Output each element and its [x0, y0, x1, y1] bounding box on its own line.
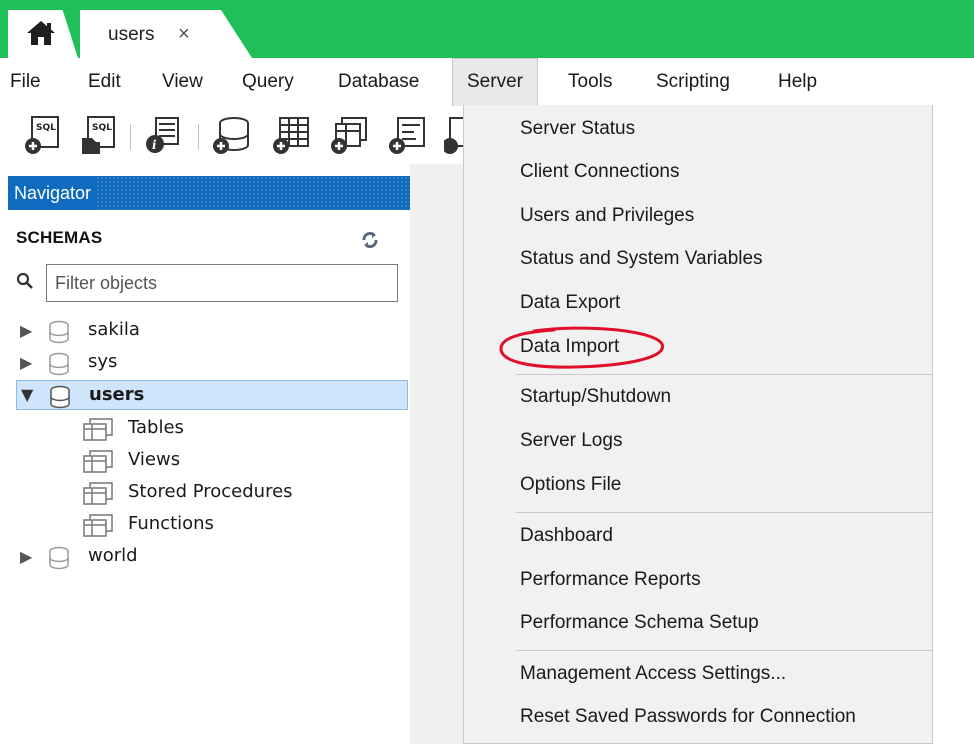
tab-label: users: [108, 24, 155, 45]
schema-name: users: [89, 384, 145, 405]
menu-item-dashboard[interactable]: Dashboard: [520, 525, 613, 547]
database-icon: [49, 320, 69, 344]
filter-objects-input[interactable]: [46, 264, 398, 302]
new-sql-tab-icon[interactable]: SQL: [22, 114, 64, 156]
svg-text:i: i: [152, 138, 157, 152]
toolbar: SQL SQL i: [0, 106, 464, 164]
menu-separator: [516, 650, 932, 651]
menu-help[interactable]: Help: [778, 58, 817, 106]
menu-item-server-logs[interactable]: Server Logs: [520, 430, 622, 452]
schema-sakila[interactable]: ▶ sakila: [16, 316, 408, 346]
menu-query[interactable]: Query: [242, 58, 294, 106]
toolbar-separator: [198, 124, 199, 150]
menu-item-performance-reports[interactable]: Performance Reports: [520, 569, 701, 591]
schema-name: sakila: [88, 319, 140, 340]
expand-arrow-icon[interactable]: ▶: [20, 321, 32, 340]
schema-users[interactable]: ▼ users: [16, 380, 408, 410]
tree-item-label: Functions: [128, 513, 214, 534]
navigator-header: Navigator: [8, 176, 410, 210]
menu-item-server-status[interactable]: Server Status: [520, 118, 635, 140]
schemas-label: SCHEMAS: [16, 228, 103, 247]
tables-folder-icon: [83, 418, 113, 441]
schema-world[interactable]: ▶ world: [16, 542, 408, 572]
highlight-annotation: [499, 326, 664, 369]
menu-item-options-file[interactable]: Options File: [520, 474, 621, 496]
search-icon: [16, 272, 33, 289]
create-procedure-icon[interactable]: [386, 114, 428, 156]
svg-text:SQL: SQL: [92, 123, 112, 133]
tab-users[interactable]: users ×: [80, 10, 252, 58]
create-schema-icon[interactable]: [210, 114, 252, 156]
tree-item-label: Stored Procedures: [128, 481, 293, 502]
home-tab[interactable]: [8, 10, 78, 58]
navigator-title: Navigator: [8, 176, 98, 210]
procedures-folder-icon: [83, 482, 113, 505]
menu-item-performance-schema-setup[interactable]: Performance Schema Setup: [520, 612, 759, 634]
views-folder-icon: [83, 450, 113, 473]
menu-database[interactable]: Database: [338, 58, 419, 106]
create-function-icon[interactable]: [444, 114, 464, 156]
database-icon: [49, 352, 69, 376]
database-icon: [49, 546, 69, 570]
editor-area: [410, 164, 464, 744]
menu-server[interactable]: Server: [452, 58, 538, 106]
database-icon: [50, 385, 70, 409]
menu-edit[interactable]: Edit: [88, 58, 121, 106]
menu-tools[interactable]: Tools: [568, 58, 612, 106]
tree-item-label: Tables: [128, 417, 184, 438]
home-icon: [27, 21, 55, 45]
functions-folder-icon: [83, 514, 113, 537]
menu-file[interactable]: File: [10, 58, 41, 106]
schema-name: world: [88, 545, 138, 566]
menu-item-startup-shutdown[interactable]: Startup/Shutdown: [520, 386, 671, 408]
create-table-icon[interactable]: [270, 114, 312, 156]
menu-item-status-and-system-variables[interactable]: Status and System Variables: [520, 248, 763, 270]
menu-item-client-connections[interactable]: Client Connections: [520, 161, 679, 183]
close-icon[interactable]: ×: [178, 23, 190, 46]
schema-sys[interactable]: ▶ sys: [16, 348, 408, 378]
menu-separator: [516, 512, 932, 513]
menu-item-users-and-privileges[interactable]: Users and Privileges: [520, 205, 694, 227]
open-sql-script-icon[interactable]: SQL: [78, 114, 120, 156]
svg-text:SQL: SQL: [36, 123, 56, 133]
menu-item-data-export[interactable]: Data Export: [520, 292, 620, 314]
menu-view[interactable]: View: [162, 58, 203, 106]
menu-separator: [516, 374, 932, 375]
menu-item-reset-saved-passwords[interactable]: Reset Saved Passwords for Connection: [520, 706, 856, 728]
server-dropdown-menu: Server Status Client Connections Users a…: [463, 105, 933, 744]
tree-item-label: Views: [128, 449, 181, 470]
inspect-object-icon[interactable]: i: [142, 114, 184, 156]
menu-scripting[interactable]: Scripting: [656, 58, 730, 106]
toolbar-separator: [130, 124, 131, 150]
tab-strip: users ×: [0, 0, 974, 58]
create-view-icon[interactable]: [328, 114, 370, 156]
schema-name: sys: [88, 351, 118, 372]
expand-arrow-icon[interactable]: ▶: [20, 353, 32, 372]
menu-bar: File Edit View Query Database Server Too…: [0, 58, 974, 106]
expand-arrow-icon[interactable]: ▶: [20, 547, 32, 566]
refresh-icon[interactable]: [360, 230, 380, 250]
collapse-arrow-icon[interactable]: ▼: [21, 385, 33, 404]
menu-item-management-access-settings[interactable]: Management Access Settings...: [520, 663, 786, 685]
